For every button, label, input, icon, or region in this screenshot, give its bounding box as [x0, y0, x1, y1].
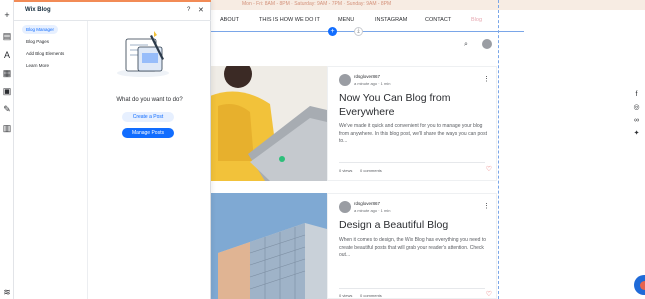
account-avatar-icon[interactable]: [482, 39, 492, 49]
post-views: 0 views: [339, 168, 353, 173]
blog-illustration: [117, 31, 169, 77]
header-boundary-line: [210, 31, 524, 32]
blog-icon[interactable]: ✎: [2, 104, 12, 114]
post-excerpt: When it comes to design, the Wix Blog ha…: [339, 237, 487, 258]
panel-header: Wix Blog ? ✕: [14, 2, 211, 21]
post-2-image[interactable]: [210, 193, 327, 299]
add-section-button[interactable]: +: [328, 27, 337, 36]
like-heart-icon[interactable]: ♡: [486, 291, 492, 298]
post-time: a minute ago · 1 min: [354, 208, 391, 213]
post-title[interactable]: Now You Can Blog from Everywhere: [339, 91, 489, 119]
panel-content: What do you want to do? Create a Post Ma…: [88, 21, 211, 299]
nav-menu[interactable]: MENU: [338, 17, 354, 23]
tripadvisor-icon[interactable]: ∞: [632, 117, 641, 124]
author-avatar[interactable]: [339, 201, 351, 213]
panel-nav: Blog Manager Blog Pages Add Blog Element…: [14, 21, 88, 299]
post-views: 0 views: [339, 293, 353, 298]
post-divider: [339, 162, 485, 163]
nav-about[interactable]: ABOUT: [220, 17, 239, 23]
post-excerpt: We've made it quick and convenient for y…: [339, 123, 487, 144]
author-avatar[interactable]: [339, 74, 351, 86]
post-1-image[interactable]: [210, 66, 327, 181]
panel-question: What do you want to do?: [116, 97, 183, 103]
editor-root: + ▤ A ▦ ▣ ✎ ▥ ≋ Mon - Fri: 8AM - 8PM · S…: [0, 0, 645, 299]
more-options-icon[interactable]: ⋮: [483, 203, 490, 210]
pages-icon[interactable]: ▤: [2, 31, 12, 41]
post-divider: [339, 288, 485, 289]
nav-instagram[interactable]: INSTAGRAM: [375, 17, 407, 23]
post-card-2[interactable]: rdsglover867 a minute ago · 1 min ⋮ Desi…: [327, 193, 497, 299]
like-heart-icon[interactable]: ♡: [486, 166, 492, 173]
twitter-icon[interactable]: ✦: [632, 130, 641, 137]
nav-contact[interactable]: CONTACT: [425, 17, 451, 23]
post-title[interactable]: Design a Beautiful Blog: [339, 218, 489, 232]
panel-title: Wix Blog: [25, 7, 51, 13]
panel-nav-learn-more[interactable]: Learn More: [22, 61, 53, 70]
announcement-bar: Mon - Fri: 8AM - 8PM · Saturday: 9AM - 7…: [210, 0, 645, 10]
close-icon[interactable]: ✕: [198, 6, 204, 14]
panel-nav-blog-pages[interactable]: Blog Pages: [22, 37, 53, 46]
panel-nav-add-blog-elements[interactable]: Add Blog Elements: [22, 49, 68, 58]
post-time: a minute ago · 1 min: [354, 81, 391, 86]
search-icon[interactable]: ⌕: [464, 41, 468, 49]
layers-icon[interactable]: ≋: [2, 287, 12, 297]
instagram-icon[interactable]: ◎: [632, 104, 641, 111]
help-icon[interactable]: ?: [187, 7, 190, 13]
add-elements-icon[interactable]: +: [2, 10, 12, 20]
chat-button[interactable]: [634, 275, 645, 295]
site-design-icon[interactable]: A: [2, 50, 12, 60]
wix-blog-panel: Wix Blog ? ✕ Blog Manager Blog Pages Add…: [14, 0, 211, 299]
nav-how-we-do-it[interactable]: THIS IS HOW WE DO IT: [259, 17, 320, 23]
post-comments[interactable]: 0 comments: [360, 293, 382, 298]
facebook-icon[interactable]: f: [632, 91, 641, 98]
manage-posts-button[interactable]: Manage Posts: [122, 128, 174, 138]
grid-guide: [498, 0, 499, 299]
section-download-icon[interactable]: ⤓: [354, 27, 363, 36]
nav-blog[interactable]: Blog: [471, 17, 482, 23]
editor-left-toolbar: + ▤ A ▦ ▣ ✎ ▥ ≋: [0, 0, 14, 299]
business-tools-icon[interactable]: ▥: [2, 123, 12, 133]
post-comments[interactable]: 0 comments: [360, 168, 382, 173]
chat-icon: [639, 280, 645, 290]
panel-nav-blog-manager[interactable]: Blog Manager: [22, 25, 58, 34]
create-post-button[interactable]: Create a Post: [122, 112, 174, 122]
post-author[interactable]: rdsglover867: [354, 201, 380, 206]
apps-icon[interactable]: ▦: [2, 68, 12, 78]
more-options-icon[interactable]: ⋮: [483, 76, 490, 83]
post-author[interactable]: rdsglover867: [354, 74, 380, 79]
post-card-1[interactable]: rdsglover867 a minute ago · 1 min ⋮ Now …: [327, 66, 497, 181]
announcement-text: Mon - Fri: 8AM - 8PM · Saturday: 9AM - 7…: [242, 1, 392, 7]
laptop-person-illustration: [210, 66, 327, 181]
media-icon[interactable]: ▣: [2, 86, 12, 96]
building-illustration: [210, 193, 327, 299]
